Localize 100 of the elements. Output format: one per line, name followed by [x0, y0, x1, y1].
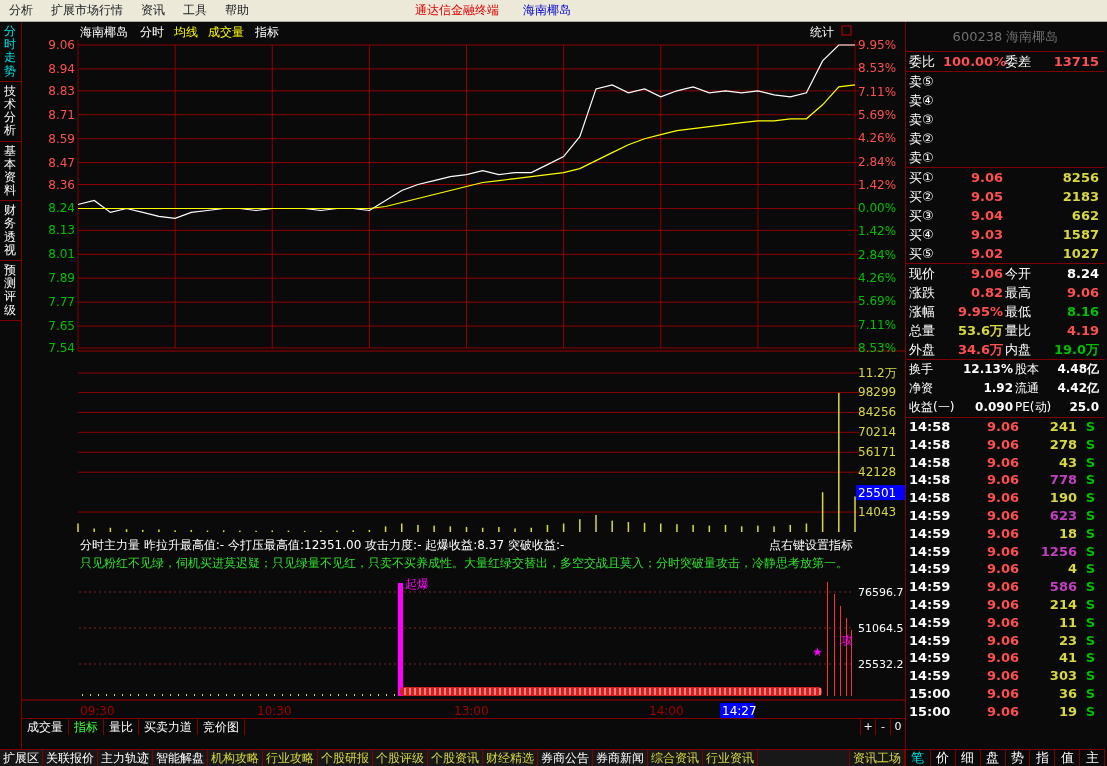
chart-tab[interactable]: 买卖力道 — [139, 719, 198, 735]
trade-side: S — [1084, 631, 1095, 650]
trade-volume: 278 — [1048, 435, 1077, 454]
field-label: 换手 — [909, 361, 934, 378]
info-tab[interactable]: 券商新闻 — [593, 750, 648, 766]
volume-bar — [481, 527, 484, 532]
info-tab[interactable]: 个股评级 — [373, 750, 428, 766]
trade-side: S — [1084, 418, 1095, 436]
field-value: 100.00% — [943, 53, 1005, 71]
side-tab[interactable]: 分时走势 — [0, 22, 22, 82]
price-label: 8.94 — [48, 61, 75, 76]
info-tab[interactable]: 行业资讯 — [703, 750, 758, 766]
menu-item[interactable]: 扩展市场行情 — [42, 0, 132, 21]
field-value: 34.6万 — [956, 341, 1004, 359]
volume-bar — [627, 522, 630, 532]
info-tab[interactable]: 个股研报 — [318, 750, 373, 766]
trade-time: 14:59 — [909, 578, 952, 596]
info-tab[interactable]: 主力轨迹 — [98, 750, 153, 766]
info-tab[interactable]: 财经精选 — [483, 750, 538, 766]
trade-time: 14:59 — [909, 631, 952, 650]
volume-bar — [724, 524, 727, 532]
field-value: 2183 — [1061, 188, 1100, 206]
field-value: 9.02 — [969, 245, 1004, 263]
indicator-label: 76596.7 — [858, 586, 904, 599]
quote-tab[interactable]: 细 — [955, 750, 981, 766]
trade-price: 9.06 — [985, 435, 1019, 454]
field-value: 662 — [1070, 207, 1100, 225]
price-label: 7.89 — [48, 271, 75, 286]
trade-side: S — [1084, 613, 1095, 632]
quote-tab[interactable]: 势 — [1005, 750, 1031, 766]
chart-header-label: 分时 — [140, 25, 164, 39]
menu-item[interactable]: 帮助 — [216, 0, 258, 21]
volume-label: 14043 — [858, 505, 897, 520]
chart-header-label: 海南椰岛 — [80, 25, 128, 39]
side-tab[interactable]: 技术分析 — [0, 81, 22, 142]
info-tab[interactable]: 券商公告 — [538, 750, 593, 766]
percent-label: 4.26% — [858, 131, 897, 146]
field-value: 8256 — [1061, 169, 1100, 187]
field-label: 股本 — [1015, 361, 1040, 378]
chart-tab[interactable]: 指标 — [69, 719, 104, 735]
trade-time: 14:59 — [909, 595, 952, 614]
volume-label: 42128 — [858, 465, 897, 480]
volume-bar — [109, 527, 112, 532]
percent-label: 8.53% — [858, 341, 897, 355]
indicator-header: 分时主力量 昨拉升最高值:- 今打压最高值:12351.00 攻击力度:- 起爆收益:8.37 突破收益:- — [80, 538, 565, 552]
field-value: 8.24 — [1065, 265, 1100, 283]
field-label: 现价 — [909, 265, 936, 283]
trade-price: 9.06 — [985, 489, 1019, 507]
trade-volume: 586 — [1048, 578, 1077, 596]
trade-volume: 19 — [1057, 702, 1077, 721]
trade-time: 14:59 — [909, 524, 952, 543]
info-tab[interactable]: 关联报价 — [43, 750, 98, 766]
quote-tab[interactable]: 指 — [1030, 750, 1056, 766]
quote-tab[interactable]: 价 — [930, 750, 956, 766]
menu-item[interactable]: 分析 — [0, 0, 42, 21]
chart-header-label: 指标 — [255, 25, 279, 39]
menu-item[interactable]: 工具 — [174, 0, 216, 21]
chart-tab[interactable]: 量比 — [104, 719, 139, 735]
field-label: 委比 — [909, 53, 936, 71]
side-tab[interactable]: 预测评级 — [0, 261, 22, 321]
zoom-button[interactable]: + — [860, 719, 875, 735]
chart-tab[interactable]: 竞价图 — [198, 719, 245, 735]
trade-side: S — [1084, 667, 1095, 685]
trade-volume: 36 — [1057, 684, 1077, 703]
info-tab[interactable]: 资讯工场 — [849, 750, 905, 766]
field-value: 19.0万 — [1052, 341, 1100, 359]
quote-tab[interactable]: 盘 — [980, 750, 1006, 766]
zoom-button[interactable]: - — [875, 719, 890, 735]
trade-time: 14:59 — [909, 507, 952, 525]
field-value: 0.82 — [969, 284, 1004, 302]
side-tab[interactable]: 财务透视 — [0, 201, 22, 261]
trade-price: 9.06 — [985, 702, 1019, 721]
trade-time: 14:59 — [909, 560, 952, 579]
percent-label: 2.84% — [858, 247, 897, 262]
trade-price: 9.06 — [985, 507, 1019, 525]
zoom-button[interactable]: 0 — [890, 719, 905, 735]
field-label: 卖① — [909, 149, 934, 167]
info-tab[interactable]: 扩展区 — [0, 750, 43, 766]
volume-bar — [740, 526, 743, 532]
quote-tab[interactable]: 值 — [1055, 750, 1081, 766]
info-tab[interactable]: 机构攻略 — [208, 750, 263, 766]
chart-tab[interactable]: 成交量 — [22, 719, 69, 735]
menu-item[interactable]: 资讯 — [132, 0, 174, 21]
field-label: 量比 — [1005, 322, 1032, 340]
info-tab[interactable]: 智能解盘 — [153, 750, 208, 766]
trade-price: 9.06 — [985, 613, 1019, 632]
info-tab[interactable]: 个股资讯 — [428, 750, 483, 766]
quote-tab[interactable]: 笔 — [906, 750, 931, 766]
stock-title: 海南椰岛 — [521, 2, 572, 19]
field-label: 流通 — [1015, 380, 1040, 397]
field-value: 13715 — [1052, 53, 1100, 71]
trade-price: 9.06 — [985, 524, 1019, 543]
field-label: 最高 — [1005, 284, 1032, 302]
info-tab[interactable]: 综合资讯 — [648, 750, 703, 766]
side-tab[interactable]: 基本资料 — [0, 141, 22, 202]
volume-label: 84256 — [858, 405, 897, 420]
trade-price: 9.06 — [985, 667, 1019, 685]
quote-tab[interactable]: 主 — [1080, 750, 1105, 766]
field-value: 9.95% — [956, 303, 1004, 321]
info-tab[interactable]: 行业攻略 — [263, 750, 318, 766]
